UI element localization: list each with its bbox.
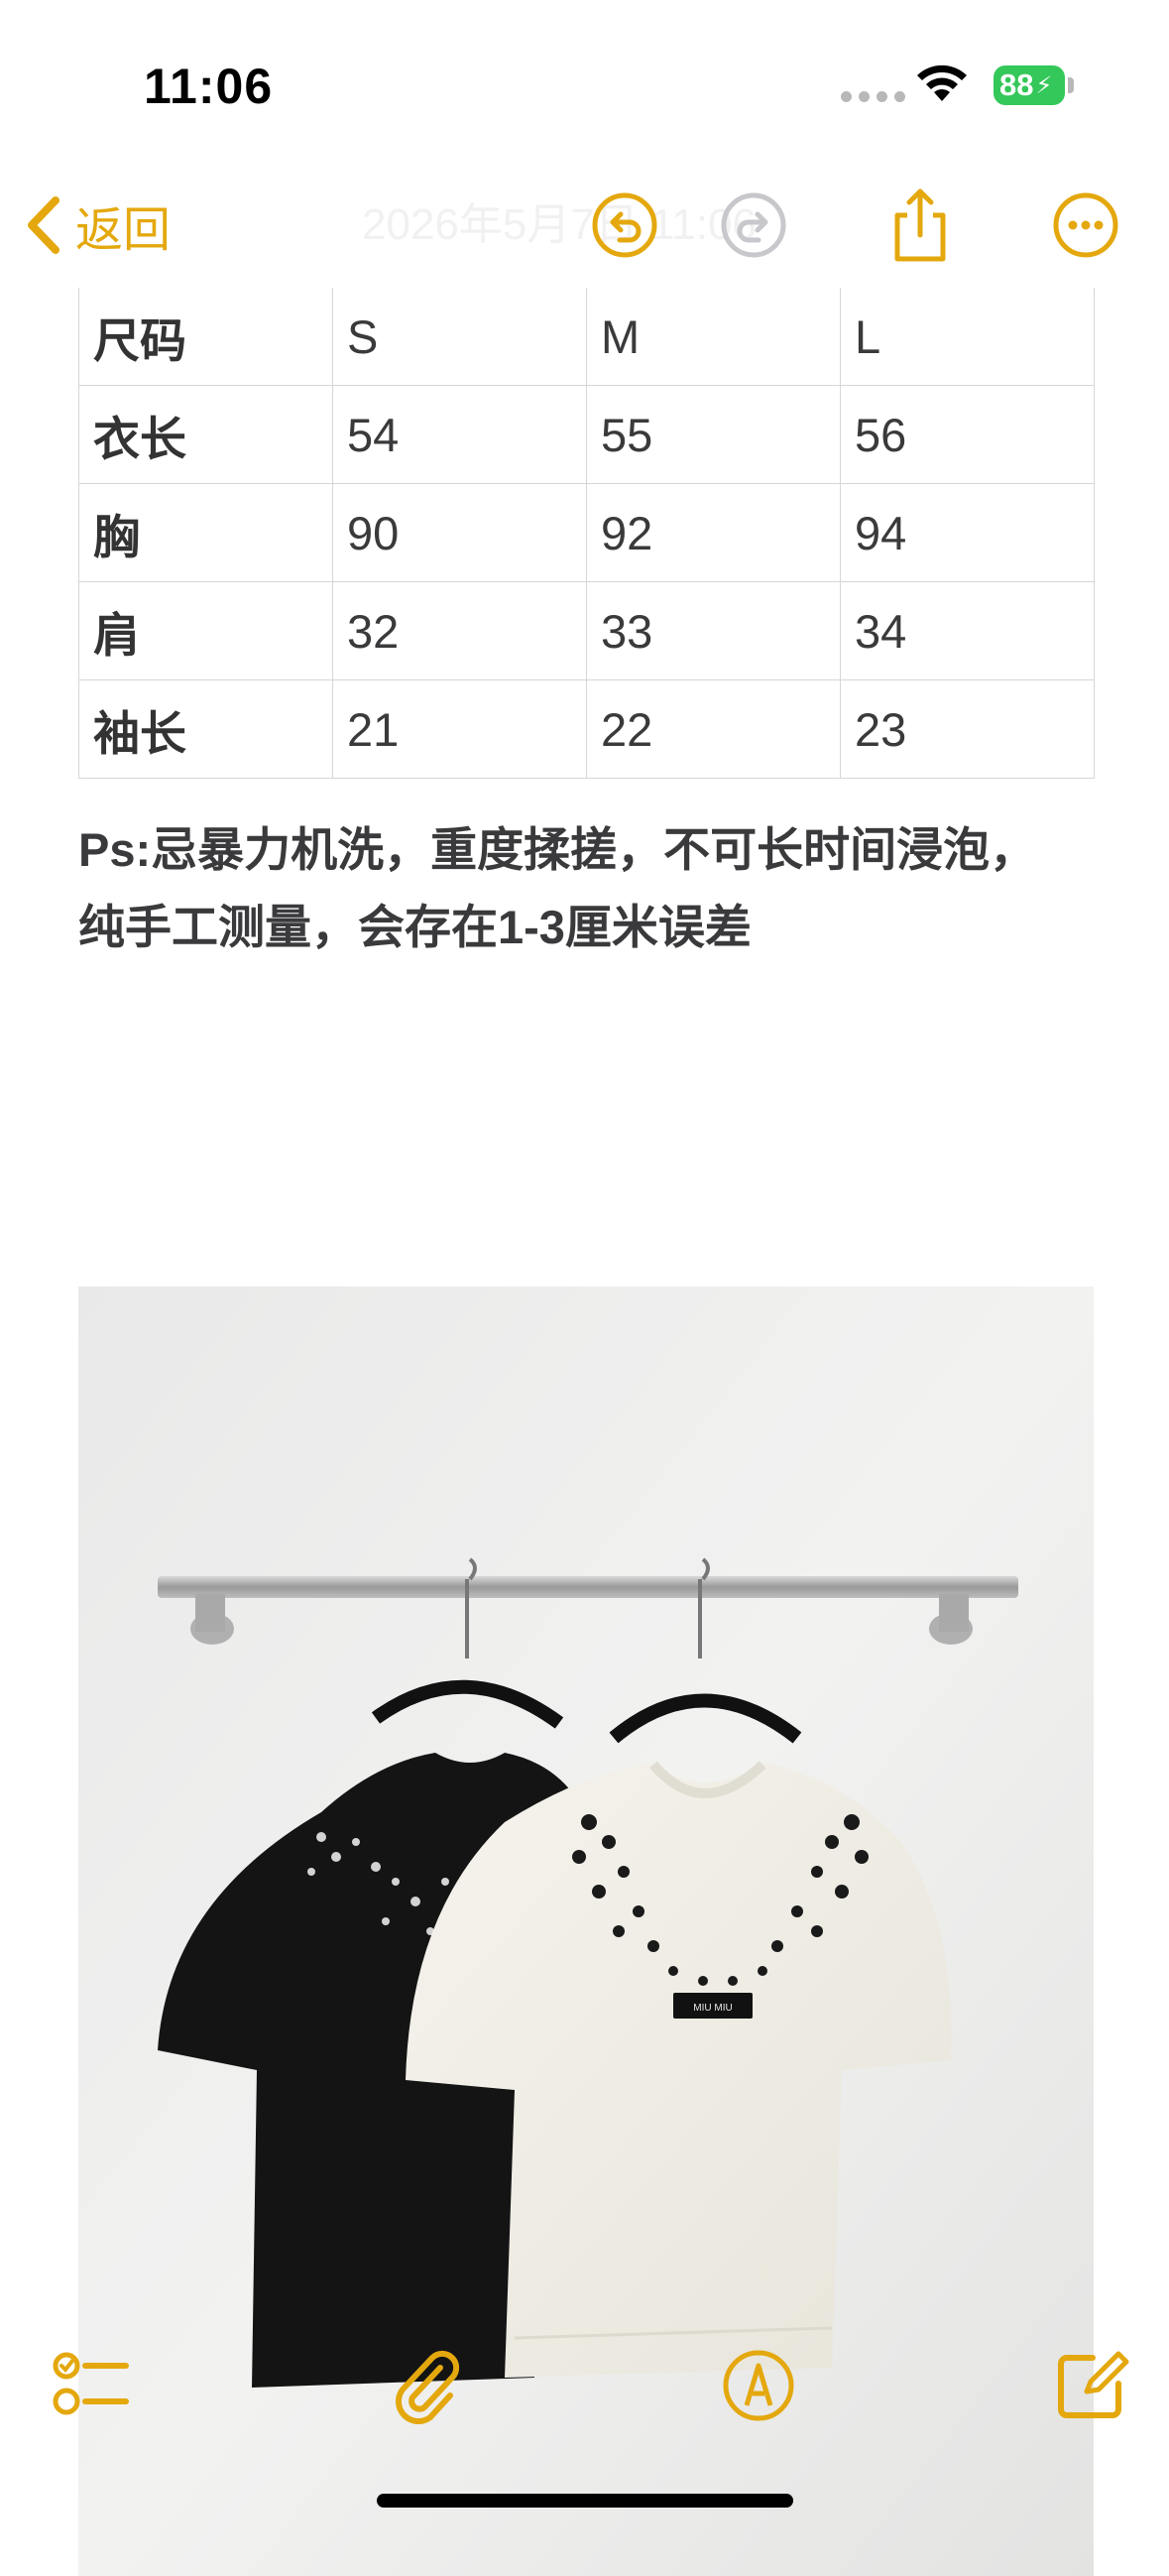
table-cell: 54 — [331, 385, 587, 484]
care-note: Ps:忌暴力机洗，重度揉搓，不可长时间浸泡， 纯手工测量，会存在1-3厘米误差 — [78, 811, 1110, 966]
table-cell: 33 — [585, 581, 841, 680]
share-button[interactable] — [877, 183, 963, 268]
table-cell: 32 — [331, 581, 587, 680]
table-cell: 55 — [585, 385, 841, 484]
status-time: 11:06 — [144, 59, 274, 114]
compose-button[interactable] — [1046, 2341, 1135, 2430]
table-header-cell: L — [839, 288, 1096, 386]
table-cell: 胸 — [78, 483, 333, 582]
table-row: 肩 32 33 34 — [78, 581, 1096, 680]
undo-button[interactable] — [582, 183, 667, 268]
battery-tip — [1068, 77, 1074, 93]
back-label: 返回 — [75, 204, 172, 257]
share-icon — [894, 188, 946, 262]
table-row: 胸 90 92 94 — [78, 483, 1096, 582]
table-cell: 92 — [585, 483, 841, 582]
redo-icon — [721, 192, 786, 258]
table-cell: 22 — [585, 679, 841, 779]
more-button[interactable] — [1043, 183, 1128, 268]
attachment-button[interactable] — [382, 2341, 471, 2430]
table-cell: 94 — [839, 483, 1096, 582]
table-cell: 56 — [839, 385, 1096, 484]
paperclip-icon — [396, 2350, 460, 2424]
nav-bar: 返回 2026年5月7日 11:06 — [0, 169, 1169, 288]
table-row: 尺码 S M L — [78, 288, 1096, 386]
table-header-cell: 尺码 — [78, 288, 333, 386]
compose-icon — [1058, 2351, 1129, 2418]
undo-icon — [592, 192, 657, 258]
back-button[interactable]: 返回 — [24, 190, 171, 260]
redo-button[interactable] — [711, 183, 796, 268]
table-cell: 衣长 — [78, 385, 333, 484]
table-cell: 23 — [839, 679, 1096, 779]
markup-pen-icon — [723, 2350, 794, 2421]
product-label-text: MIU MIU — [693, 2003, 732, 2014]
battery-icon: 88 ⚡ — [994, 65, 1065, 105]
table-row: 衣长 54 55 56 — [78, 385, 1096, 484]
table-row: 袖长 21 22 23 — [78, 679, 1096, 779]
care-note-line: Ps:忌暴力机洗，重度揉搓，不可长时间浸泡， — [78, 823, 1037, 876]
more-icon — [1053, 192, 1118, 258]
wifi-icon — [917, 64, 967, 101]
care-note-line: 纯手工测量，会存在1-3厘米误差 — [78, 901, 752, 953]
bottom-toolbar — [0, 2301, 1169, 2450]
chevron-left-icon — [28, 196, 59, 254]
nav-title: 2026年5月7日 11:06 — [362, 200, 757, 249]
table-cell: 90 — [331, 483, 587, 582]
cellular-signal-icon — [841, 91, 905, 102]
table-header-cell: M — [585, 288, 841, 386]
table-cell: 34 — [839, 581, 1096, 680]
checklist-button[interactable] — [48, 2341, 137, 2430]
markup-button[interactable] — [714, 2341, 803, 2430]
table-cell: 肩 — [78, 581, 333, 680]
home-indicator[interactable] — [377, 2494, 793, 2508]
table-header-cell: S — [331, 288, 587, 386]
checklist-icon — [53, 2352, 129, 2415]
table-cell: 21 — [331, 679, 587, 779]
battery-level: 88 — [999, 67, 1034, 102]
status-bar: 11:06 88 ⚡ — [0, 0, 1169, 169]
size-table: 尺码 S M L 衣长 54 55 56 胸 90 92 94 肩 32 33 … — [78, 288, 1096, 779]
table-cell: 袖长 — [78, 679, 333, 779]
